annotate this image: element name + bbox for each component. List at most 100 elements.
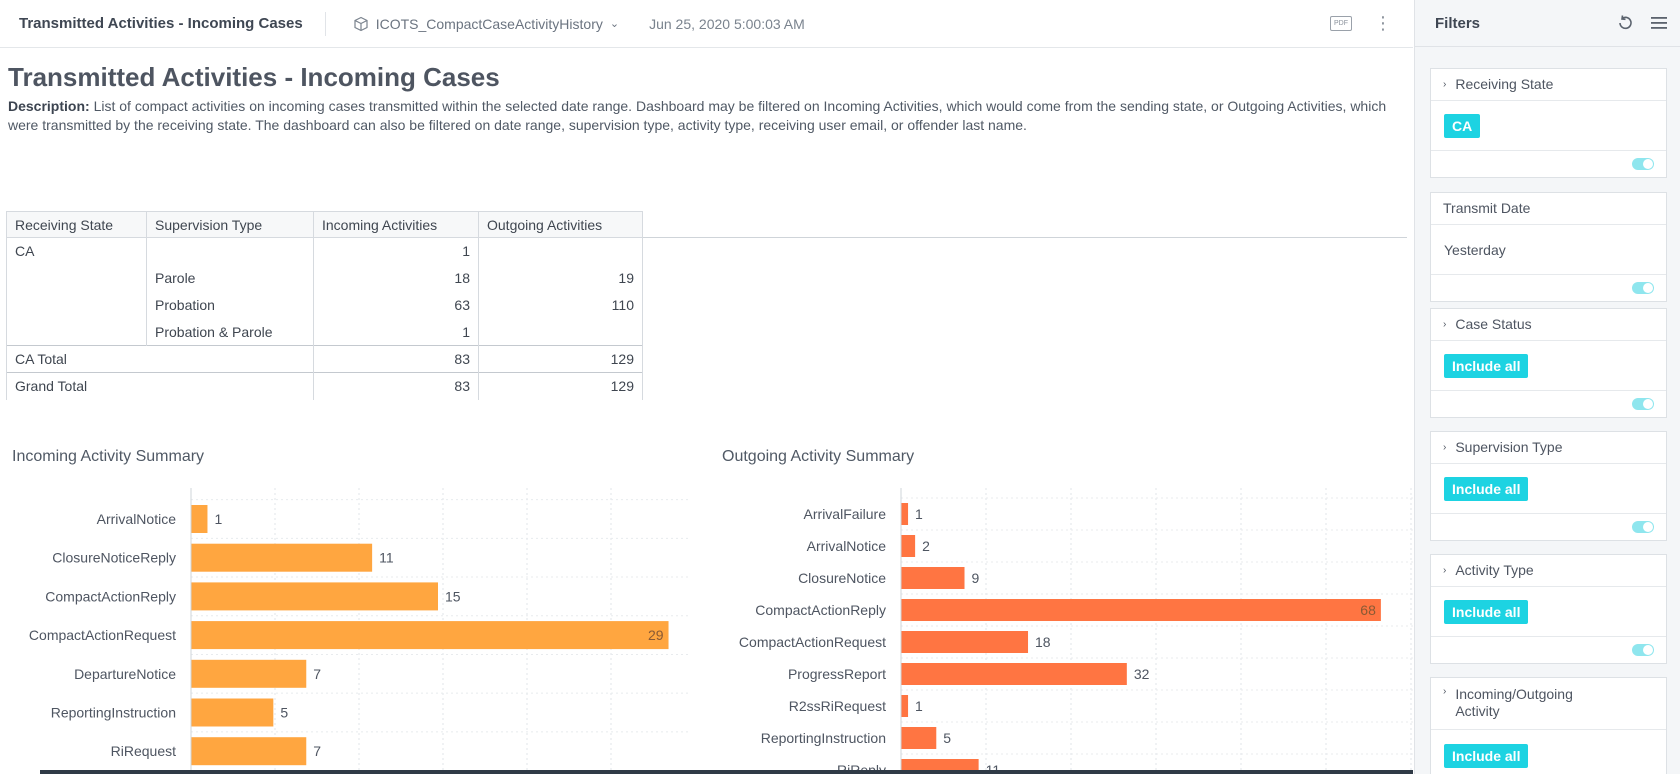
- filter-chip[interactable]: Include all: [1444, 353, 1529, 378]
- column-header[interactable]: Receiving State: [6, 211, 147, 238]
- dashboard-toolbar: Transmitted Activities - Incoming Cases …: [0, 0, 1413, 48]
- filter-footer: [1431, 275, 1666, 301]
- data-label: 1: [915, 506, 923, 522]
- filter-header[interactable]: › Activity Type: [1431, 555, 1666, 587]
- table-row: Parole 18 19: [6, 264, 643, 292]
- filter-toggle[interactable]: [1632, 398, 1654, 410]
- filter-header[interactable]: › Supervision Type: [1431, 432, 1666, 464]
- refresh-timestamp: Jun 25, 2020 5:00:03 AM: [649, 15, 805, 32]
- filter-label: Case Status: [1455, 316, 1532, 332]
- filter-chip[interactable]: Include all: [1444, 476, 1529, 501]
- category-label: ArrivalNotice: [807, 538, 887, 554]
- data-source-selector[interactable]: ICOTS_CompactCaseActivityHistory: [376, 16, 603, 32]
- menu-icon[interactable]: [1650, 15, 1668, 31]
- grand-total-incoming: 83: [313, 372, 479, 400]
- cube-icon: [354, 16, 368, 31]
- incoming-cell: 18: [313, 264, 479, 292]
- filter-value-area[interactable]: Include all: [1431, 464, 1666, 514]
- state-cell: [6, 318, 147, 346]
- column-header[interactable]: Incoming Activities: [313, 211, 479, 238]
- category-label: ClosureNotice: [798, 570, 886, 586]
- state-cell: CA: [6, 237, 147, 265]
- toolbar-divider: [324, 11, 326, 36]
- incoming-activity-bar-chart: ArrivalNotice 1 ClosureNoticeReply 11 Compac…: [29, 488, 690, 774]
- filter-header[interactable]: Transmit Date: [1431, 193, 1666, 225]
- more-options-icon[interactable]: ⋮: [1374, 12, 1392, 34]
- pdf-export-icon[interactable]: PDF: [1330, 16, 1352, 31]
- category-label: ReportingInstruction: [761, 730, 886, 746]
- supervision-cell: [146, 237, 314, 265]
- bar: [901, 663, 1127, 685]
- filter-toggle[interactable]: [1632, 521, 1654, 533]
- column-header[interactable]: Supervision Type: [146, 211, 314, 238]
- reset-icon[interactable]: [1615, 13, 1635, 33]
- grand-total-row: Grand Total 83 129: [6, 372, 643, 400]
- chevron-right-icon[interactable]: ›: [1443, 686, 1446, 697]
- filter-label: Incoming/Outgoing Activity: [1455, 686, 1573, 719]
- category-label: CompactActionReply: [755, 602, 886, 618]
- category-label: ReportingInstruction: [51, 705, 176, 721]
- incoming-cell: 1: [313, 237, 479, 265]
- subtotal-row: CA Total 83 129: [6, 345, 643, 373]
- filter-label: Transmit Date: [1443, 200, 1531, 216]
- category-label: ProgressReport: [788, 666, 886, 682]
- filter-value-area[interactable]: Include all: [1431, 587, 1666, 637]
- category-label: CompactActionReply: [45, 588, 176, 604]
- chevron-right-icon[interactable]: ›: [1443, 442, 1446, 453]
- data-label: 29: [648, 627, 664, 643]
- outgoing-cell: 19: [478, 264, 643, 292]
- filter-activity-type: › Activity Type Include all: [1430, 554, 1667, 664]
- subtotal-label: CA Total: [6, 345, 314, 373]
- supervision-cell: Probation: [146, 291, 314, 319]
- filter-footer: [1431, 637, 1666, 663]
- page-title: Transmitted Activities - Incoming Cases: [8, 62, 500, 92]
- filter-header[interactable]: › Case Status: [1431, 309, 1666, 341]
- filter-label: Supervision Type: [1455, 439, 1563, 455]
- category-label: R2ssRiRequest: [789, 698, 886, 714]
- filter-case-status: › Case Status Include all: [1430, 308, 1667, 418]
- state-cell: [6, 291, 147, 319]
- data-label: 68: [1360, 602, 1376, 618]
- filter-value-area[interactable]: Yesterday: [1431, 225, 1666, 275]
- bar: [901, 695, 909, 717]
- bar: [901, 567, 965, 589]
- filter-toggle[interactable]: [1632, 644, 1654, 656]
- category-label: RiRequest: [111, 743, 176, 759]
- bar: [901, 631, 1029, 653]
- grand-total-label: Grand Total: [6, 372, 314, 400]
- subtotal-outgoing: 129: [478, 345, 643, 373]
- filter-value-area[interactable]: CA: [1431, 101, 1666, 151]
- filter-header[interactable]: › Incoming/Outgoing Activity: [1431, 678, 1666, 730]
- incoming-cell: 1: [313, 318, 479, 346]
- incoming-cell: 63: [313, 291, 479, 319]
- chevron-down-icon[interactable]: ⌄: [610, 17, 619, 30]
- chevron-right-icon[interactable]: ›: [1443, 79, 1446, 90]
- bar: [191, 698, 274, 727]
- filter-value-area[interactable]: Include all: [1431, 341, 1666, 391]
- chevron-right-icon[interactable]: ›: [1443, 319, 1446, 330]
- table-row: CA 1: [6, 237, 643, 265]
- filter-chip[interactable]: CA: [1444, 113, 1481, 138]
- filter-footer: [1431, 514, 1666, 540]
- filter-chip[interactable]: Include all: [1444, 744, 1529, 768]
- supervision-cell: Parole: [146, 264, 314, 292]
- filter-value-area[interactable]: Include all: [1431, 730, 1666, 774]
- data-label: 2: [922, 538, 930, 554]
- data-label: 7: [313, 666, 321, 682]
- filter-toggle[interactable]: [1632, 282, 1654, 294]
- pivot-header-row: Receiving State Supervision Type Incomin…: [6, 211, 643, 238]
- filter-toggle[interactable]: [1632, 158, 1654, 170]
- data-label: 5: [280, 705, 288, 721]
- filter-header[interactable]: › Receiving State: [1431, 69, 1666, 101]
- table-row: Probation 63 110: [6, 291, 643, 319]
- filter-date-value[interactable]: Yesterday: [1444, 242, 1506, 258]
- filter-chip[interactable]: Include all: [1444, 599, 1529, 624]
- bar: [191, 659, 307, 688]
- chevron-right-icon[interactable]: ›: [1443, 565, 1446, 576]
- data-label: 7: [313, 743, 321, 759]
- column-header[interactable]: Outgoing Activities: [478, 211, 643, 238]
- outgoing-chart-title: Outgoing Activity Summary: [722, 448, 915, 465]
- outgoing-cell: [478, 237, 643, 265]
- filter-footer: [1431, 151, 1666, 177]
- bar: [191, 543, 373, 572]
